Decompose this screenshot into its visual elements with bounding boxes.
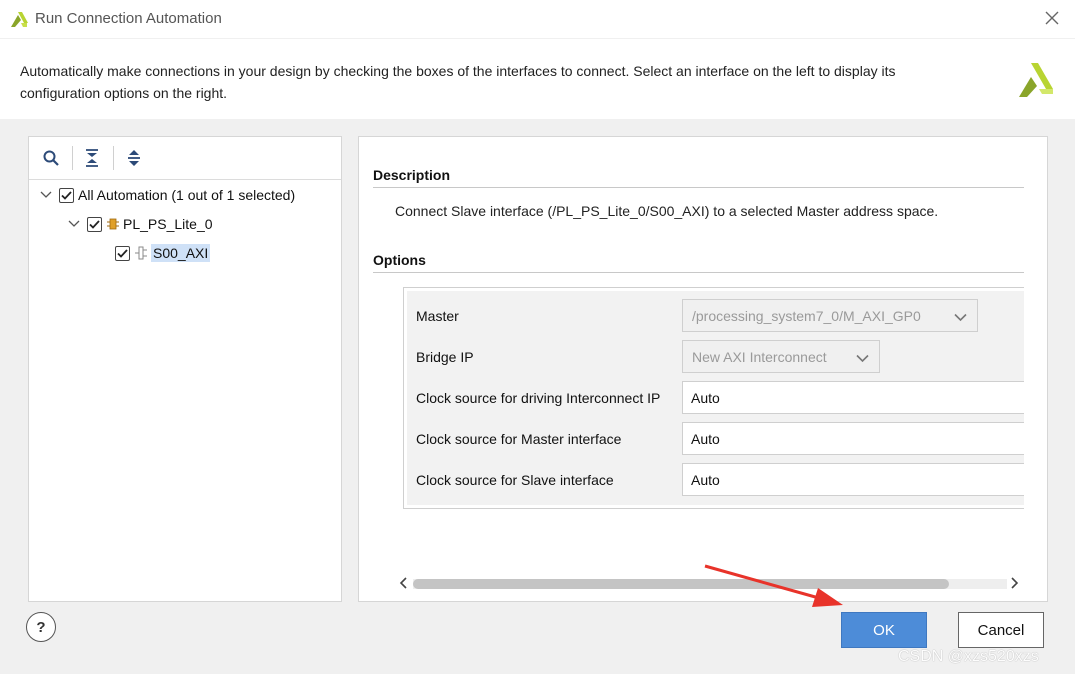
help-button[interactable]: ?	[26, 612, 56, 642]
header-instructions: Automatically make connections in your d…	[20, 63, 896, 101]
clock-interconnect-value: Auto	[691, 389, 720, 406]
cancel-button[interactable]: Cancel	[958, 612, 1044, 648]
tree-label: All Automation (1 out of 1 selected)	[78, 187, 296, 203]
xilinx-logo-icon	[9, 9, 29, 32]
toolbar-separator	[113, 146, 114, 170]
master-select[interactable]: /processing_system7_0/M_AXI_GP0	[682, 299, 978, 332]
clock-master-value: Auto	[691, 430, 720, 447]
toolbar-separator	[72, 146, 73, 170]
tree-node-pl-ps-lite[interactable]: PL_PS_Lite_0	[67, 212, 213, 236]
options-grid: Master /processing_system7_0/M_AXI_GP0 B…	[403, 287, 1024, 509]
options-grid-body: Master /processing_system7_0/M_AXI_GP0 B…	[407, 291, 1024, 505]
window-title: Run Connection Automation	[35, 10, 222, 27]
master-label: Master	[416, 308, 459, 324]
expand-all-button[interactable]	[123, 148, 145, 170]
tree-node-all-automation[interactable]: All Automation (1 out of 1 selected)	[39, 183, 295, 207]
bridge-ip-value: New AXI Interconnect	[692, 348, 827, 365]
options-panel: Description Connect Slave interface (/PL…	[358, 136, 1048, 602]
checkbox-s00-axi[interactable]	[115, 245, 130, 261]
clock-master-field[interactable]: Auto	[682, 422, 1024, 455]
chevron-down-icon	[856, 350, 869, 366]
clock-slave-field[interactable]: Auto	[682, 463, 1024, 496]
chevron-right-icon[interactable]	[1009, 577, 1021, 589]
ok-button[interactable]: OK	[841, 612, 927, 648]
dialog-header: Automatically make connections in your d…	[0, 39, 1075, 119]
description-text: Connect Slave interface (/PL_PS_Lite_0/S…	[395, 203, 939, 219]
description-heading: Description	[373, 167, 451, 183]
scrollbar-track[interactable]	[413, 579, 1007, 589]
chevron-down-icon[interactable]	[67, 217, 81, 231]
automation-tree-panel: All Automation (1 out of 1 selected) PL_…	[28, 136, 342, 602]
tree-toolbar	[29, 137, 341, 180]
checkbox-pl-ps-lite[interactable]	[87, 216, 102, 232]
chevron-down-icon	[954, 309, 967, 325]
bridge-ip-label: Bridge IP	[416, 349, 474, 365]
clock-slave-label: Clock source for Slave interface	[416, 472, 614, 488]
clock-slave-value: Auto	[691, 471, 720, 488]
master-value: /processing_system7_0/M_AXI_GP0	[692, 307, 921, 324]
chevron-down-icon[interactable]	[39, 188, 53, 202]
section-divider	[373, 187, 1024, 188]
collapse-all-button[interactable]	[81, 148, 103, 170]
title-bar: Run Connection Automation	[0, 0, 1075, 38]
expand-all-icon	[126, 149, 142, 170]
bridge-ip-select[interactable]: New AXI Interconnect	[682, 340, 880, 373]
ip-block-icon	[106, 217, 120, 231]
clock-interconnect-field[interactable]: Auto	[682, 381, 1024, 414]
horizontal-scrollbar[interactable]	[395, 575, 1026, 591]
help-icon: ?	[36, 618, 46, 636]
tree-label: PL_PS_Lite_0	[123, 216, 213, 232]
collapse-all-icon	[84, 148, 100, 170]
xilinx-logo-icon	[1017, 61, 1055, 102]
close-icon	[1045, 8, 1059, 31]
close-button[interactable]	[1038, 6, 1066, 32]
clock-interconnect-label: Clock source for driving Interconnect IP	[416, 390, 661, 406]
search-icon	[42, 149, 60, 170]
search-button[interactable]	[40, 148, 62, 170]
chevron-left-icon[interactable]	[397, 577, 409, 589]
tree-label: S00_AXI	[151, 244, 211, 262]
checkbox-all-automation[interactable]	[59, 187, 74, 203]
options-heading: Options	[373, 252, 426, 268]
scrollbar-thumb[interactable]	[413, 579, 949, 589]
watermark-text: CSDN @xzs520xzs	[898, 648, 1039, 665]
clock-master-label: Clock source for Master interface	[416, 431, 622, 447]
tree-node-s00-axi[interactable]: S00_AXI	[115, 241, 211, 265]
bus-interface-icon	[134, 246, 148, 260]
section-divider	[373, 272, 1024, 273]
